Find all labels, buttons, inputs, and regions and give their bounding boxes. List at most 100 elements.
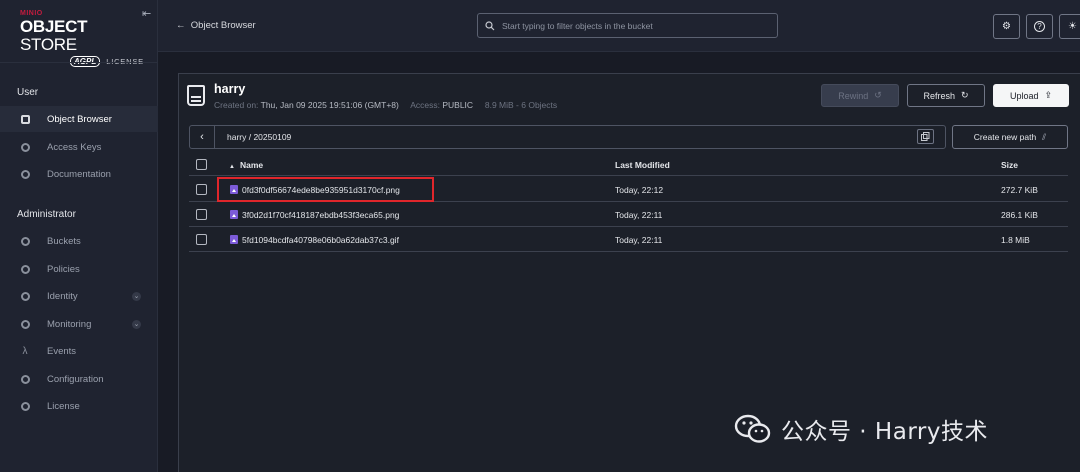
column-header-size[interactable]: Size bbox=[1001, 160, 1018, 170]
lambda-icon: λ bbox=[22, 345, 28, 357]
column-name-label: Name bbox=[239, 160, 264, 170]
path-bar: ‹ harry / 20250109 bbox=[189, 125, 946, 149]
help-button[interactable]: ? bbox=[1026, 14, 1053, 39]
rewind-button[interactable]: Rewind ↺ bbox=[821, 84, 899, 107]
file-name: 3f0d2d1f70cf418187ebdb453f3eca65.png bbox=[242, 210, 400, 220]
sidebar-item-events[interactable]: λ Events bbox=[0, 338, 158, 364]
chevron-down-icon[interactable]: ⌄ bbox=[132, 291, 141, 301]
column-header-last-modified[interactable]: Last Modified bbox=[615, 160, 670, 170]
create-new-path-button[interactable]: Create new path ⫽ bbox=[952, 125, 1068, 149]
search-icon bbox=[485, 20, 495, 30]
row-checkbox[interactable] bbox=[196, 209, 207, 220]
key-icon bbox=[19, 141, 31, 153]
breadcrumb-label: Object Browser bbox=[190, 20, 256, 31]
top-bar: ← Object Browser Start typing to filter … bbox=[158, 0, 1080, 52]
sidebar-item-object-browser[interactable]: Object Browser bbox=[0, 106, 158, 132]
back-arrow-icon: ← bbox=[176, 20, 186, 31]
sidebar-item-label: Monitoring bbox=[47, 318, 92, 330]
sidebar-item-identity[interactable]: Identity ⌄ bbox=[0, 283, 158, 309]
license-icon bbox=[19, 400, 31, 412]
sidebar: MINIO OBJECT STORE AGPL LICENSE ⇤ User O… bbox=[0, 0, 158, 472]
config-icon bbox=[19, 373, 31, 385]
refresh-icon: ↻ bbox=[960, 90, 969, 100]
history-icon: ↺ bbox=[874, 90, 882, 100]
sidebar-item-policies[interactable]: Policies bbox=[0, 256, 158, 282]
sidebar-item-license[interactable]: License bbox=[0, 393, 158, 419]
created-value: Thu, Jan 09 2025 19:51:06 (GMT+8) bbox=[260, 100, 399, 110]
minio-logo[interactable]: MINIO OBJECT STORE AGPL LICENSE bbox=[20, 10, 143, 67]
chevron-down-icon[interactable]: ⌄ bbox=[132, 319, 141, 329]
logo-title-bold: OBJECT bbox=[20, 17, 88, 36]
doc-icon bbox=[19, 168, 31, 180]
file-modified: Today, 22:11 bbox=[615, 210, 663, 220]
buckets-icon bbox=[19, 235, 31, 247]
file-size: 1.8 MiB bbox=[1001, 235, 1030, 245]
access-value: PUBLIC bbox=[442, 100, 474, 110]
create-path-label: Create new path bbox=[973, 132, 1037, 142]
search-placeholder: Start typing to filter objects in the bu… bbox=[502, 20, 653, 31]
sidebar-item-label: License bbox=[47, 400, 80, 412]
upload-label: Upload bbox=[1009, 90, 1039, 101]
image-file-icon bbox=[230, 235, 238, 244]
user-section-heading: User bbox=[17, 87, 39, 98]
upload-button[interactable]: Upload ⇪ bbox=[993, 84, 1069, 107]
sidebar-item-label: Buckets bbox=[47, 235, 81, 247]
watermark: 公众号 · Harry技术 bbox=[733, 412, 988, 446]
image-file-icon bbox=[230, 210, 238, 219]
bucket-usage: 8.9 MiB - 6 Objects bbox=[484, 100, 558, 110]
bucket-icon bbox=[19, 113, 31, 125]
table-row[interactable]: 3f0d2d1f70cf418187ebdb453f3eca65.png Tod… bbox=[189, 202, 1068, 227]
sidebar-item-monitoring[interactable]: Monitoring ⌄ bbox=[0, 311, 158, 337]
sidebar-item-documentation[interactable]: Documentation bbox=[0, 161, 158, 187]
search-input[interactable]: Start typing to filter objects in the bu… bbox=[477, 13, 778, 38]
row-checkbox[interactable] bbox=[196, 234, 207, 245]
table-header: ▲ Name Last Modified Size bbox=[189, 154, 1068, 176]
breadcrumb[interactable]: ← Object Browser bbox=[176, 20, 256, 31]
watermark-text: 公众号 · Harry技术 bbox=[781, 419, 988, 445]
wechat-icon bbox=[734, 414, 771, 443]
upload-icon: ⇪ bbox=[1044, 90, 1053, 100]
settings-button[interactable]: ⚙ bbox=[993, 14, 1020, 39]
sidebar-item-label: Identity bbox=[47, 290, 78, 302]
sidebar-item-access-keys[interactable]: Access Keys bbox=[0, 134, 158, 160]
sidebar-item-label: Documentation bbox=[47, 168, 111, 180]
sidebar-divider bbox=[0, 62, 158, 63]
row-checkbox[interactable] bbox=[196, 184, 207, 195]
bucket-meta: Created on: Thu, Jan 09 2025 19:51:06 (G… bbox=[214, 100, 557, 110]
file-modified: Today, 22:11 bbox=[615, 235, 663, 245]
copy-icon bbox=[921, 132, 930, 141]
bucket-icon bbox=[187, 85, 205, 106]
bucket-name: harry bbox=[214, 82, 246, 96]
new-path-icon: ⫽ bbox=[1042, 131, 1047, 142]
refresh-label: Refresh bbox=[923, 90, 955, 101]
file-name: 5fd1094bcdfa40798e06b0a62dab37c3.gif bbox=[242, 235, 399, 245]
help-icon: ? bbox=[1034, 21, 1045, 32]
refresh-button[interactable]: Refresh ↻ bbox=[907, 84, 985, 107]
sidebar-item-buckets[interactable]: Buckets bbox=[0, 228, 158, 254]
chevron-left-icon: ‹ bbox=[200, 131, 204, 143]
collapse-sidebar-icon[interactable]: ⇤ bbox=[142, 7, 151, 20]
rewind-label: Rewind bbox=[838, 90, 869, 101]
logo-title: OBJECT STORE bbox=[20, 18, 142, 54]
monitoring-icon bbox=[19, 318, 31, 330]
access-label: Access: bbox=[410, 100, 440, 110]
logo-title-thin: STORE bbox=[20, 35, 77, 54]
sidebar-item-label: Policies bbox=[47, 263, 80, 275]
identity-icon bbox=[19, 290, 31, 302]
copy-path-button[interactable] bbox=[917, 129, 934, 144]
file-size: 286.1 KiB bbox=[1001, 210, 1038, 220]
back-button[interactable]: ‹ bbox=[190, 126, 215, 148]
sidebar-item-label: Events bbox=[47, 345, 77, 357]
sidebar-item-label: Configuration bbox=[47, 373, 104, 385]
file-size: 272.7 KiB bbox=[1001, 185, 1038, 195]
sort-up-icon: ▲ bbox=[229, 164, 235, 170]
select-all-checkbox[interactable] bbox=[196, 159, 207, 170]
theme-toggle-button[interactable]: ☀ bbox=[1059, 14, 1080, 39]
table-row[interactable]: 5fd1094bcdfa40798e06b0a62dab37c3.gif Tod… bbox=[189, 227, 1068, 252]
created-label: Created on: bbox=[214, 100, 259, 110]
current-path: harry / 20250109 bbox=[227, 132, 292, 142]
sidebar-item-configuration[interactable]: Configuration bbox=[0, 366, 158, 392]
sun-icon: ☀ bbox=[1068, 21, 1077, 32]
gear-icon: ⚙ bbox=[1002, 21, 1011, 32]
column-header-name[interactable]: ▲ Name bbox=[229, 160, 263, 170]
